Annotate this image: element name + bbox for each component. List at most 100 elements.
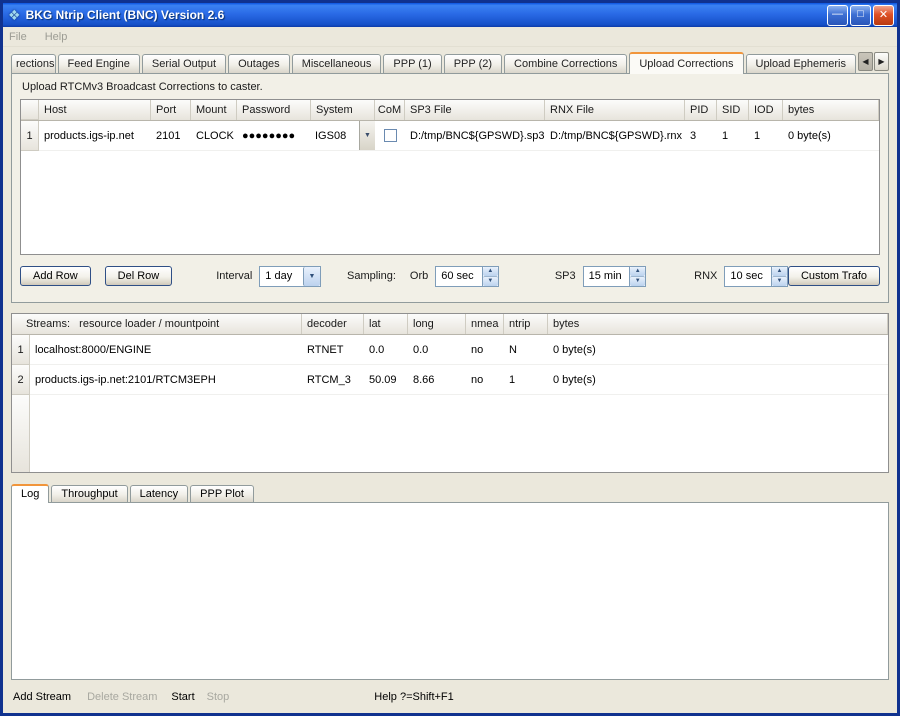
bytes-cell: 0 byte(s) (548, 365, 888, 395)
interval-combobox[interactable]: 1 day ▼ (259, 266, 321, 287)
close-button[interactable]: ✕ (873, 5, 894, 26)
upload-corrections-panel: Upload RTCMv3 Broadcast Corrections to c… (11, 73, 889, 303)
tab-miscellaneous[interactable]: Miscellaneous (292, 54, 382, 73)
window-title: BKG Ntrip Client (BNC) Version 2.6 (26, 8, 827, 22)
del-row-button[interactable]: Del Row (105, 266, 173, 286)
header-sp3-file: SP3 File (405, 100, 545, 120)
ntrip-cell[interactable]: 1 (504, 365, 548, 395)
iod-cell[interactable]: 1 (749, 121, 783, 151)
pid-cell[interactable]: 3 (685, 121, 717, 151)
ntrip-cell[interactable]: N (504, 335, 548, 365)
header-ntrip: ntrip (504, 314, 548, 334)
decoder-cell[interactable]: RTCM_3 (302, 365, 364, 395)
tab-scroll-right-button[interactable]: ▶ (874, 52, 889, 71)
com-checkbox[interactable] (384, 129, 397, 142)
sp3-label: SP3 (555, 270, 576, 282)
header-mount: Mount (191, 100, 237, 120)
tab-broadcast-corrections[interactable]: rections (11, 54, 56, 73)
tab-ppp-2[interactable]: PPP (2) (444, 54, 502, 73)
long-cell[interactable]: 0.0 (408, 335, 466, 365)
main-content: rections Feed Engine Serial Output Outag… (3, 47, 897, 713)
header-port: Port (151, 100, 191, 120)
upload-table-empty-area (21, 151, 879, 254)
tab-combine-corrections[interactable]: Combine Corrections (504, 54, 627, 73)
system-combobox[interactable]: IGS08 ▼ (311, 121, 375, 151)
tab-ppp-1[interactable]: PPP (1) (383, 54, 441, 73)
add-stream-button[interactable]: Add Stream (13, 691, 71, 703)
tab-feed-engine[interactable]: Feed Engine (58, 54, 140, 73)
sp3-file-cell[interactable]: D:/tmp/BNC${GPSWD}.sp3 (405, 121, 545, 151)
application-window: ❖ BKG Ntrip Client (BNC) Version 2.6 — □… (0, 0, 900, 716)
tab-throughput[interactable]: Throughput (51, 485, 127, 502)
minimize-icon: — (832, 9, 843, 20)
lat-cell[interactable]: 50.09 (364, 365, 408, 395)
upload-table-header: Host Port Mount Password System CoM SP3 … (21, 100, 879, 121)
sid-cell[interactable]: 1 (717, 121, 749, 151)
spin-up-icon[interactable]: ▲ (630, 267, 645, 276)
log-output-area[interactable] (11, 502, 889, 680)
upload-controls-row: Add Row Del Row Interval 1 day ▼ Samplin… (20, 264, 880, 288)
port-cell[interactable]: 2101 (151, 121, 191, 151)
interval-dropdown-button[interactable]: ▼ (303, 267, 320, 286)
upload-table-row: 1 products.igs-ip.net 2101 CLOCK ●●●●●●●… (21, 121, 879, 151)
spin-up-icon[interactable]: ▲ (772, 267, 787, 276)
tab-serial-output[interactable]: Serial Output (142, 54, 226, 73)
header-long: long (408, 314, 466, 334)
header-iod: IOD (749, 100, 783, 120)
host-cell[interactable]: products.igs-ip.net (39, 121, 151, 151)
tab-latency[interactable]: Latency (130, 485, 189, 502)
spin-down-icon[interactable]: ▼ (772, 276, 787, 286)
bottom-tab-bar: Log Throughput Latency PPP Plot (11, 483, 889, 502)
menu-help[interactable]: Help (45, 31, 68, 43)
mountpoint-cell[interactable]: products.igs-ip.net:2101/RTCM3EPH (30, 365, 302, 395)
com-cell (375, 121, 405, 151)
mount-cell[interactable]: CLOCK (191, 121, 237, 151)
streams-table-empty-area (12, 395, 888, 472)
password-cell[interactable]: ●●●●●●●● (237, 121, 311, 151)
start-button[interactable]: Start (171, 691, 194, 703)
nmea-cell[interactable]: no (466, 365, 504, 395)
tab-scroll-left-button[interactable]: ◀ (858, 52, 873, 71)
spin-up-icon[interactable]: ▲ (483, 267, 498, 276)
tab-upload-corrections[interactable]: Upload Corrections (629, 52, 743, 74)
custom-trafo-button[interactable]: Custom Trafo (788, 266, 880, 286)
header-gutter (21, 100, 39, 120)
menu-file[interactable]: File (9, 31, 27, 43)
stream-row[interactable]: 2 products.igs-ip.net:2101/RTCM3EPH RTCM… (12, 365, 888, 395)
rnx-file-cell[interactable]: D:/tmp/BNC${GPSWD}.rnx (545, 121, 685, 151)
long-cell[interactable]: 8.66 (408, 365, 466, 395)
spin-down-icon[interactable]: ▼ (630, 276, 645, 286)
header-password: Password (237, 100, 311, 120)
nmea-cell[interactable]: no (466, 335, 504, 365)
spin-down-icon[interactable]: ▼ (483, 276, 498, 286)
lat-cell[interactable]: 0.0 (364, 335, 408, 365)
header-nmea: nmea (466, 314, 504, 334)
system-dropdown-button[interactable]: ▼ (359, 121, 375, 150)
bytes-cell: 0 byte(s) (548, 335, 888, 365)
header-bytes: bytes (783, 100, 879, 120)
minimize-button[interactable]: — (827, 5, 848, 26)
header-bytes: bytes (548, 314, 888, 334)
sampling-label: Sampling: (347, 270, 396, 282)
stop-button: Stop (207, 691, 230, 703)
add-row-button[interactable]: Add Row (20, 266, 91, 286)
orb-label: Orb (410, 270, 428, 282)
tab-upload-ephemeris[interactable]: Upload Ephemeris (746, 54, 857, 73)
tab-outages[interactable]: Outages (228, 54, 290, 73)
orb-sampling-spinbox[interactable]: 60 sec ▲ ▼ (435, 266, 499, 287)
tab-ppp-plot[interactable]: PPP Plot (190, 485, 254, 502)
streams-table-header: Streams: resource loader / mountpoint de… (12, 314, 888, 335)
mountpoint-cell[interactable]: localhost:8000/ENGINE (30, 335, 302, 365)
maximize-button[interactable]: □ (850, 5, 871, 26)
header-rnx-file: RNX File (545, 100, 685, 120)
decoder-cell[interactable]: RTNET (302, 335, 364, 365)
row-number: 1 (21, 121, 39, 151)
header-system: System (311, 100, 375, 120)
sp3-sampling-spinbox[interactable]: 15 min ▲ ▼ (583, 266, 647, 287)
header-streams-mountpoint: Streams: resource loader / mountpoint (12, 314, 302, 334)
header-decoder: decoder (302, 314, 364, 334)
sp3-sampling-value: 15 min (584, 267, 630, 286)
stream-row[interactable]: 1 localhost:8000/ENGINE RTNET 0.0 0.0 no… (12, 335, 888, 365)
rnx-sampling-spinbox[interactable]: 10 sec ▲ ▼ (724, 266, 788, 287)
tab-log[interactable]: Log (11, 484, 49, 503)
